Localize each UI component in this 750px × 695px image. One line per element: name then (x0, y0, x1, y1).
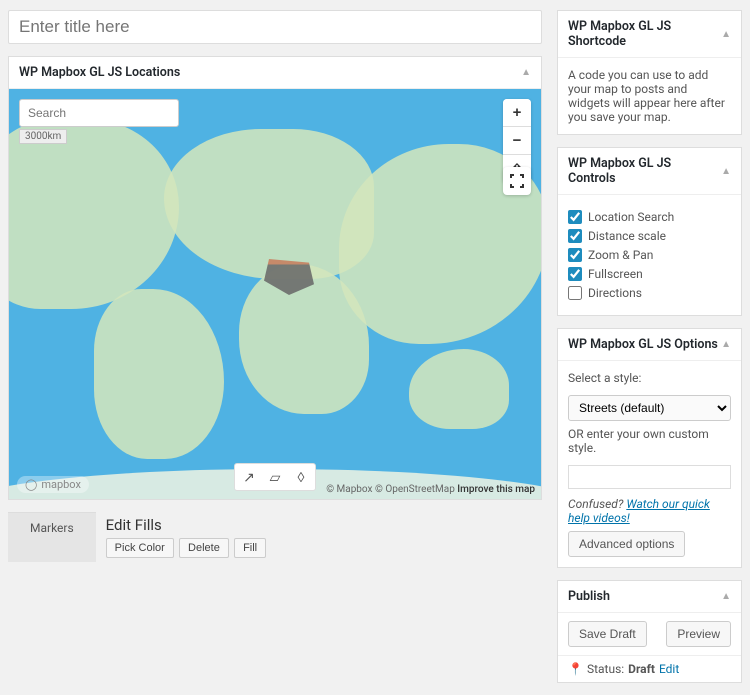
status-value: Draft (628, 662, 655, 676)
pick-color-button[interactable]: Pick Color (106, 538, 174, 558)
checkbox-label: Fullscreen (588, 267, 643, 281)
checkbox[interactable] (568, 286, 582, 300)
zoom-in-button[interactable]: + (503, 99, 531, 127)
draw-polygon-button[interactable]: ▱ (263, 466, 287, 488)
status-label: Status: (587, 662, 624, 676)
fill-button[interactable]: Fill (234, 538, 266, 558)
shortcode-panel: WP Mapbox GL JS Shortcode ▲ A code you c… (557, 10, 742, 135)
collapse-icon[interactable]: ▲ (721, 166, 731, 177)
line-icon: ↗ (243, 469, 255, 486)
map-attribution: © Mapbox © OpenStreetMap Improve this ma… (326, 484, 535, 495)
edit-fills-title: Edit Fills (106, 516, 268, 534)
shortcode-body: A code you can use to add your map to po… (558, 58, 741, 134)
controls-panel-title: WP Mapbox GL JS Controls (568, 156, 721, 186)
pin-icon: 📍 (568, 662, 583, 676)
mapbox-logo-text: mapbox (41, 478, 81, 491)
options-panel-title: WP Mapbox GL JS Options (568, 337, 718, 352)
checkbox-label: Location Search (588, 210, 674, 224)
map-search-input[interactable] (19, 99, 179, 127)
locations-panel-header: WP Mapbox GL JS Locations ▲ (9, 57, 541, 89)
advanced-options-button[interactable]: Advanced options (568, 531, 685, 557)
save-draft-button[interactable]: Save Draft (568, 621, 647, 647)
zoom-out-button[interactable]: − (503, 127, 531, 155)
draw-toolbar: ↗ ▱ ◊ (234, 463, 316, 491)
status-row: 📍 Status: Draft Edit (558, 656, 741, 682)
control-fullscreen[interactable]: Fullscreen (568, 267, 731, 281)
landmass (9, 119, 179, 309)
locations-panel: WP Mapbox GL JS Locations ▲ 3000km + − (8, 56, 542, 500)
attr-mapbox[interactable]: © Mapbox (326, 484, 372, 495)
control-location-search[interactable]: Location Search (568, 210, 731, 224)
controls-panel: WP Mapbox GL JS Controls ▲ Location Sear… (557, 147, 742, 316)
attr-osm[interactable]: © OpenStreetMap (375, 484, 455, 495)
map-canvas[interactable]: 3000km + − ⇧ ◯ mapbox ↗ ▱ (9, 89, 541, 499)
collapse-icon[interactable]: ▲ (721, 591, 731, 602)
shortcode-panel-title: WP Mapbox GL JS Shortcode (568, 19, 721, 49)
checkbox[interactable] (568, 248, 582, 262)
mapbox-logo: ◯ mapbox (17, 476, 89, 493)
delete-button[interactable]: Delete (179, 538, 229, 558)
publish-panel: Publish ▲ Save Draft Preview 📍 Status: D… (557, 580, 742, 683)
globe-icon: ◯ (25, 478, 37, 491)
fullscreen-icon (509, 173, 525, 189)
polygon-icon: ▱ (270, 469, 281, 486)
options-panel-header: WP Mapbox GL JS Options ▲ (558, 329, 741, 361)
custom-style-input[interactable] (568, 465, 731, 489)
shortcode-panel-header: WP Mapbox GL JS Shortcode ▲ (558, 11, 741, 58)
confused-label: Confused? (568, 497, 623, 511)
checkbox[interactable] (568, 210, 582, 224)
checkbox-label: Zoom & Pan (588, 248, 653, 262)
publish-panel-title: Publish (568, 589, 610, 604)
preview-button[interactable]: Preview (666, 621, 731, 647)
draw-line-button[interactable]: ↗ (237, 466, 261, 488)
post-title-input[interactable] (8, 10, 542, 44)
editor-row: Markers Edit Fills Pick Color Delete Fil… (8, 512, 542, 562)
landmass (94, 289, 224, 459)
collapse-icon[interactable]: ▲ (721, 339, 731, 350)
publish-actions: Save Draft Preview (558, 613, 741, 656)
control-distance-scale[interactable]: Distance scale (568, 229, 731, 243)
controls-body: Location Search Distance scale Zoom & Pa… (558, 195, 741, 315)
style-select[interactable]: Streets (default) (568, 395, 731, 421)
or-label: OR enter your own custom style. (568, 427, 731, 455)
checkbox[interactable] (568, 267, 582, 281)
edit-fills-section: Edit Fills Pick Color Delete Fill (96, 512, 278, 562)
control-zoom-pan[interactable]: Zoom & Pan (568, 248, 731, 262)
select-style-label: Select a style: (568, 371, 731, 385)
fullscreen-button[interactable] (503, 167, 531, 195)
improve-map-link[interactable]: Improve this map (457, 484, 535, 495)
scale-indicator: 3000km (19, 129, 67, 144)
draw-point-button[interactable]: ◊ (289, 466, 313, 488)
checkbox[interactable] (568, 229, 582, 243)
landmass (409, 349, 509, 429)
collapse-icon[interactable]: ▲ (721, 29, 731, 40)
publish-panel-header: Publish ▲ (558, 581, 741, 613)
control-directions[interactable]: Directions (568, 286, 731, 300)
pin-icon: ◊ (298, 469, 305, 485)
markers-tab[interactable]: Markers (8, 512, 96, 562)
options-panel: WP Mapbox GL JS Options ▲ Select a style… (557, 328, 742, 568)
options-body: Select a style: Streets (default) OR ent… (558, 361, 741, 567)
edit-status-link[interactable]: Edit (659, 662, 679, 676)
locations-panel-title: WP Mapbox GL JS Locations (19, 65, 180, 80)
checkbox-label: Distance scale (588, 229, 666, 243)
checkbox-label: Directions (588, 286, 642, 300)
controls-panel-header: WP Mapbox GL JS Controls ▲ (558, 148, 741, 195)
confused-row: Confused? Watch our quick help videos! (568, 497, 731, 525)
collapse-icon[interactable]: ▲ (521, 67, 531, 78)
